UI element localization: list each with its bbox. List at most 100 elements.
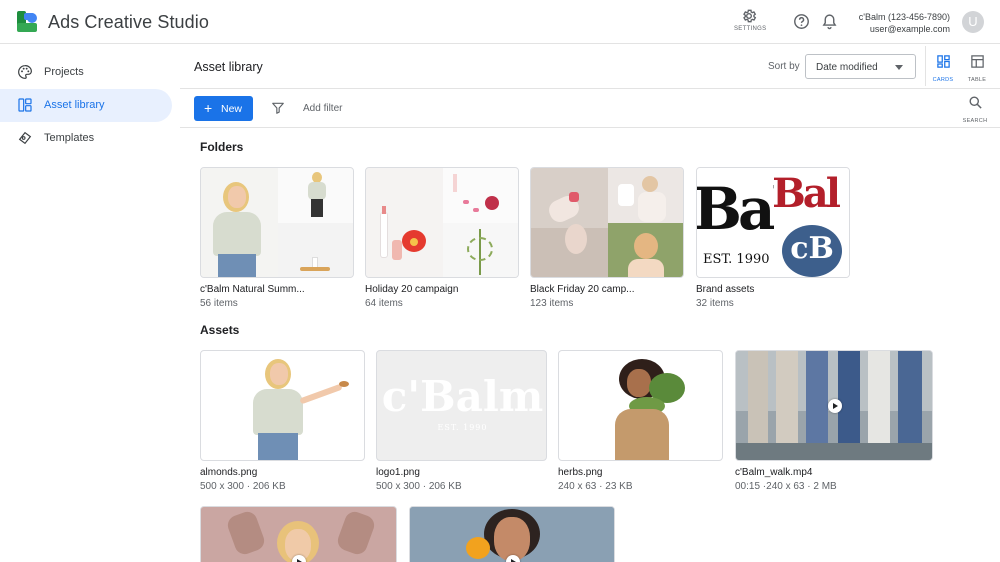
new-button[interactable]: + New bbox=[194, 96, 253, 121]
folder-thumbnail: Bal EST. 1990 Bal cB bbox=[696, 167, 850, 278]
folder-card[interactable]: c'Balm Natural Summ... 56 items bbox=[200, 167, 354, 312]
plus-icon: + bbox=[204, 100, 213, 116]
image-tile bbox=[608, 223, 683, 277]
image-tile bbox=[443, 168, 518, 223]
folder-card[interactable]: Bal EST. 1990 Bal cB Brand assets 32 ite… bbox=[696, 167, 850, 312]
assets-heading: Assets bbox=[200, 323, 240, 337]
cards-view-icon bbox=[936, 55, 950, 68]
folder-name: Holiday 20 campaign bbox=[365, 284, 459, 295]
brand-text: Bal bbox=[697, 175, 774, 243]
sidebar-item-label: Projects bbox=[44, 66, 84, 78]
asset-name: almonds.png bbox=[200, 467, 258, 478]
sidebar-item-templates[interactable]: Templates bbox=[0, 122, 172, 155]
asset-thumbnail bbox=[735, 350, 933, 461]
image-tile bbox=[278, 223, 353, 277]
folder-count: 32 items bbox=[696, 298, 734, 309]
new-button-label: New bbox=[221, 103, 243, 115]
folder-card[interactable]: Holiday 20 campaign 64 items bbox=[365, 167, 519, 312]
palette-icon bbox=[18, 65, 32, 79]
image-tile bbox=[278, 168, 353, 223]
asset-card[interactable]: c'Balm EST. 1990 logo1.png 500 x 300 · 2… bbox=[376, 350, 547, 495]
account-email: user@example.com bbox=[869, 24, 950, 34]
brand-est-text: EST. 1990 bbox=[703, 252, 770, 267]
asset-meta: 500 x 300 · 206 KB bbox=[376, 481, 462, 492]
table-view-icon bbox=[970, 55, 984, 68]
divider bbox=[180, 88, 1000, 89]
folder-thumbnail bbox=[530, 167, 684, 278]
asset-thumbnail: c'Balm EST. 1990 bbox=[376, 350, 547, 461]
avatar[interactable]: U bbox=[962, 11, 984, 33]
image-tile: Bal bbox=[774, 168, 849, 223]
asset-meta: 240 x 63 · 23 KB bbox=[558, 481, 633, 492]
sidebar-item-projects[interactable]: Projects bbox=[0, 56, 172, 89]
caret-down-icon bbox=[895, 65, 903, 70]
asset-name: herbs.png bbox=[558, 467, 603, 478]
sidebar-item-label: Templates bbox=[44, 132, 95, 144]
account-info[interactable]: c'Balm (123-456-7890) user@example.com bbox=[859, 11, 950, 35]
image-tile bbox=[531, 168, 608, 277]
library-icon bbox=[18, 98, 32, 112]
folder-count: 123 items bbox=[530, 298, 574, 309]
asset-thumbnail bbox=[200, 506, 397, 562]
filter-icon[interactable] bbox=[271, 101, 285, 115]
sidebar: Projects Asset library Templates bbox=[0, 45, 180, 562]
search-label: SEARCH bbox=[962, 118, 988, 124]
asset-card[interactable]: c'Balm_walk.mp4 00:15 ·240 x 63 · 2 MB bbox=[735, 350, 933, 495]
brand-text: Bal bbox=[774, 170, 841, 217]
asset-card[interactable]: herbs.png 240 x 63 · 23 KB bbox=[558, 350, 723, 495]
asset-card[interactable]: almonds.png 500 x 300 · 206 KB bbox=[200, 350, 365, 495]
folder-card[interactable]: Black Friday 20 camp... 123 items bbox=[530, 167, 684, 312]
sidebar-item-asset-library[interactable]: Asset library bbox=[0, 89, 172, 122]
divider bbox=[925, 46, 926, 86]
image-tile bbox=[201, 168, 278, 277]
asset-thumbnail bbox=[558, 350, 723, 461]
divider bbox=[180, 127, 1000, 128]
sort-by-dropdown[interactable]: Date modified bbox=[805, 54, 916, 79]
sidebar-item-label: Asset library bbox=[44, 99, 105, 111]
search-button[interactable]: SEARCH bbox=[962, 95, 988, 124]
folder-thumbnail bbox=[200, 167, 354, 278]
folder-count: 56 items bbox=[200, 298, 238, 309]
sort-label: Sort by bbox=[768, 61, 800, 72]
logo-text: c'Balm bbox=[381, 372, 544, 421]
asset-name: c'Balm_walk.mp4 bbox=[735, 467, 813, 478]
settings-label: SETTINGS bbox=[734, 26, 767, 32]
page-title: Asset library bbox=[194, 60, 263, 74]
play-icon bbox=[292, 555, 306, 562]
table-view-label: TABLE bbox=[967, 77, 987, 83]
sort-value: Date modified bbox=[816, 62, 878, 73]
add-filter-button[interactable]: Add filter bbox=[303, 103, 342, 114]
folder-thumbnail bbox=[365, 167, 519, 278]
asset-card[interactable] bbox=[409, 506, 615, 562]
folder-name: c'Balm Natural Summ... bbox=[200, 284, 305, 295]
account-name: c'Balm (123-456-7890) bbox=[858, 12, 950, 22]
asset-thumbnail bbox=[409, 506, 615, 562]
brand-monogram: cB bbox=[790, 231, 834, 266]
cards-view-button[interactable]: CARDS bbox=[930, 54, 956, 83]
search-icon bbox=[969, 96, 982, 109]
asset-meta: 500 x 300 · 206 KB bbox=[200, 481, 286, 492]
asset-name: logo1.png bbox=[376, 467, 420, 478]
image-tile: Bal EST. 1990 bbox=[697, 168, 774, 277]
asset-thumbnail bbox=[200, 350, 365, 461]
image-tile: cB bbox=[774, 223, 849, 277]
notifications-bell-icon[interactable] bbox=[821, 13, 838, 30]
asset-card[interactable] bbox=[200, 506, 397, 562]
ads-creative-studio-logo[interactable] bbox=[16, 10, 40, 34]
image-tile bbox=[366, 168, 443, 277]
asset-meta: 00:15 ·240 x 63 · 2 MB bbox=[735, 481, 837, 492]
image-tile bbox=[608, 168, 683, 223]
logo-subtext: EST. 1990 bbox=[437, 423, 488, 432]
gear-icon bbox=[743, 9, 757, 23]
settings-button[interactable]: SETTINGS bbox=[734, 8, 767, 38]
app-header: Ads Creative Studio SETTINGS c'Balm (123… bbox=[0, 0, 1000, 44]
play-icon bbox=[828, 399, 842, 413]
folder-name: Black Friday 20 camp... bbox=[530, 284, 635, 295]
cards-view-label: CARDS bbox=[932, 77, 954, 83]
template-icon bbox=[18, 131, 32, 145]
table-view-button[interactable]: TABLE bbox=[964, 54, 990, 83]
play-icon bbox=[506, 555, 520, 562]
folder-count: 64 items bbox=[365, 298, 403, 309]
folder-name: Brand assets bbox=[696, 284, 755, 295]
help-icon[interactable] bbox=[793, 13, 810, 30]
